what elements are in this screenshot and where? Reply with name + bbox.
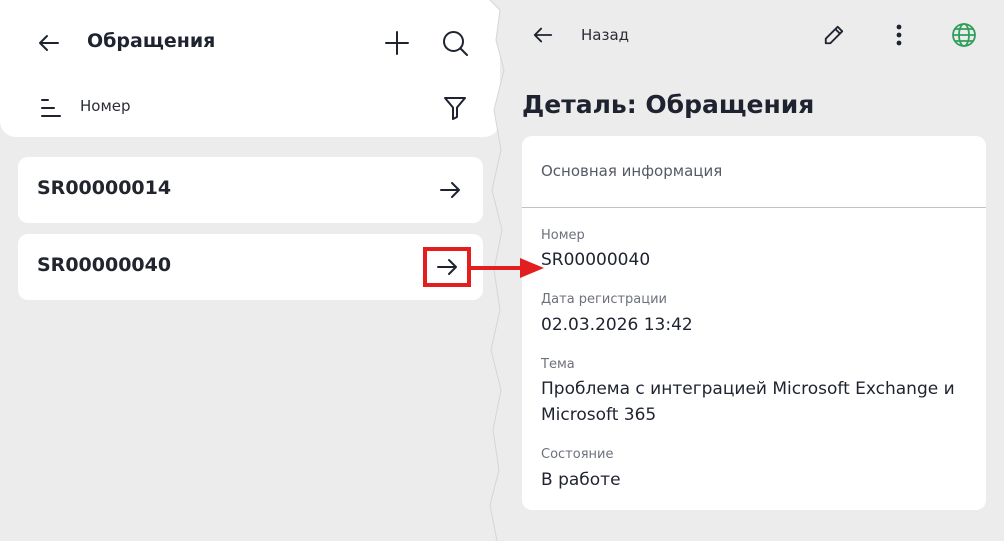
back-button[interactable] (530, 22, 556, 48)
sort-lines-icon (41, 99, 61, 117)
pencil-icon (824, 25, 844, 45)
sort-button[interactable] (38, 96, 64, 120)
back-label[interactable]: Назад (581, 26, 629, 44)
funnel-icon (444, 97, 466, 120)
filter-button[interactable] (440, 93, 470, 123)
field-value-subject: Проблема с интеграцией Microsoft Exchang… (541, 379, 955, 425)
add-button[interactable] (382, 28, 412, 58)
section-header[interactable]: Основная информация (541, 162, 722, 180)
open-item-button[interactable] (428, 170, 472, 210)
list-header: Обращения Номер (0, 0, 500, 137)
language-button[interactable] (950, 21, 978, 49)
arrow-left-icon (533, 27, 553, 43)
field-value-status: В работе (541, 470, 621, 490)
plus-icon (385, 31, 409, 55)
field-label-status: Состояние (541, 447, 614, 462)
list-item-number: SR00000040 (37, 254, 172, 276)
arrow-left-icon (39, 35, 59, 51)
list-item-number: SR00000014 (37, 177, 172, 199)
globe-icon (952, 23, 976, 47)
field-value-number: SR00000040 (541, 250, 651, 270)
more-vertical-icon (896, 24, 902, 46)
list-item[interactable]: SR00000040 (18, 234, 483, 300)
search-button[interactable] (440, 28, 470, 58)
page-title: Деталь: Обращения (522, 90, 815, 119)
field-value-reg-date: 02.03.2026 13:42 (541, 315, 693, 335)
annotation-arrow (470, 258, 544, 278)
back-button[interactable] (36, 30, 62, 56)
search-icon (443, 31, 468, 56)
more-button[interactable] (888, 22, 910, 48)
list-title: Обращения (87, 30, 216, 52)
arrow-right-icon (437, 259, 457, 275)
field-label-number: Номер (541, 228, 585, 243)
sort-label[interactable]: Номер (80, 97, 131, 115)
list-item[interactable]: SR00000014 (18, 157, 483, 223)
edit-button[interactable] (821, 22, 847, 48)
field-label-reg-date: Дата регистрации (541, 292, 668, 307)
arrow-right-icon (440, 182, 460, 198)
open-item-button-highlighted[interactable] (423, 247, 471, 287)
section-divider (522, 207, 986, 208)
field-label-subject: Тема (541, 357, 575, 372)
detail-card: Основная информация Номер SR00000040 Дат… (522, 136, 986, 510)
